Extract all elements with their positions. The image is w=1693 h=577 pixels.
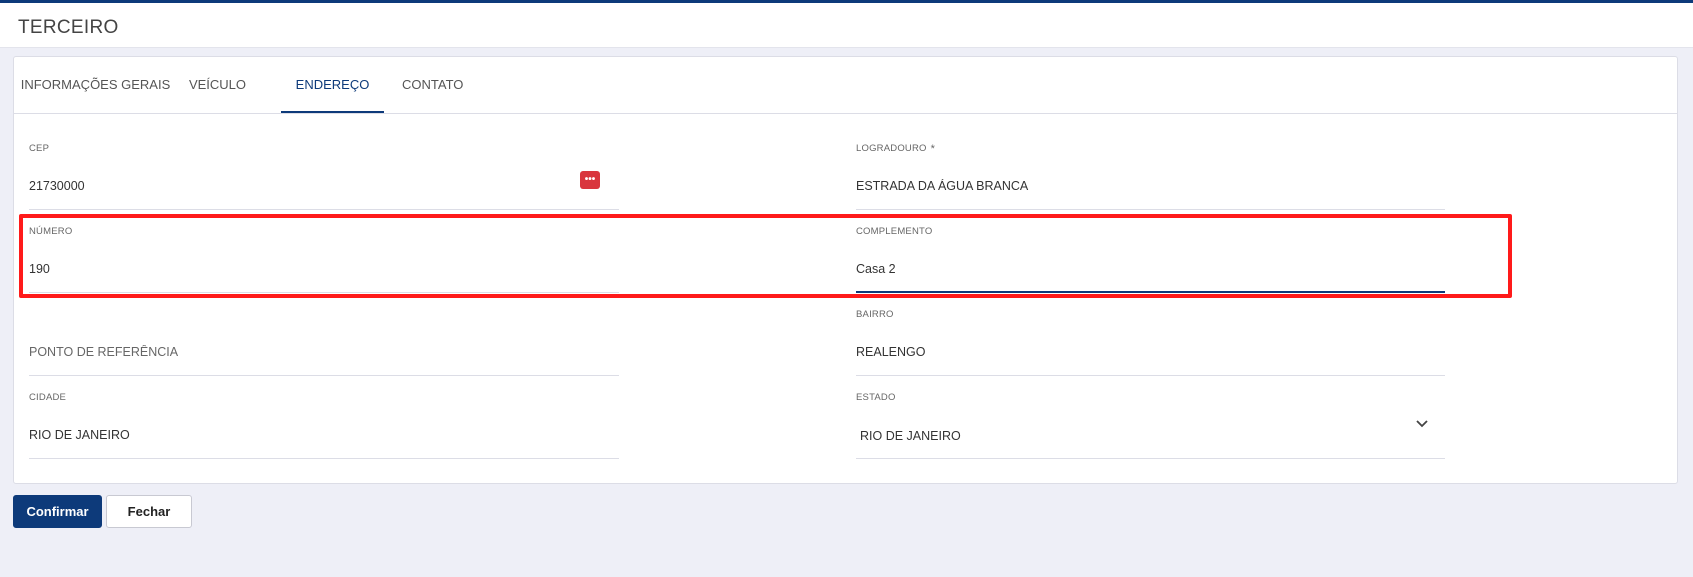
bairro-underline	[856, 375, 1445, 376]
bairro-label: BAIRRO	[856, 309, 894, 320]
close-button[interactable]: Fechar	[106, 495, 192, 528]
cidade-label: CIDADE	[29, 392, 67, 403]
estado-value: RIO DE JANEIRO	[860, 429, 961, 443]
tab-contato[interactable]: CONTATO	[402, 57, 463, 113]
logradouro-label-wrap: LOGRADOURO *	[856, 143, 935, 155]
cep-field: CEP	[29, 143, 619, 213]
tab-endereco[interactable]: ENDEREÇO	[281, 57, 384, 113]
tab-informacoes-gerais[interactable]: INFORMAÇÕES GERAIS	[19, 57, 172, 113]
estado-underline	[856, 458, 1445, 459]
cep-input[interactable]	[29, 179, 619, 193]
cep-label: CEP	[29, 143, 50, 154]
page-title: TERCEIRO	[18, 17, 119, 38]
bairro-field: BAIRRO	[856, 309, 1445, 379]
estado-label: ESTADO	[856, 392, 896, 403]
logradouro-underline	[856, 209, 1445, 210]
cidade-input[interactable]	[29, 428, 619, 442]
ponto-referencia-field	[29, 309, 619, 379]
tab-veiculo[interactable]: VEÍCULO	[187, 57, 248, 113]
cep-underline	[29, 209, 619, 210]
cidade-field: CIDADE	[29, 392, 619, 462]
bairro-input[interactable]	[856, 345, 1445, 359]
ponto-referencia-input[interactable]	[29, 345, 619, 359]
cep-search-button[interactable]: •••	[580, 171, 600, 189]
ponto-referencia-underline	[29, 375, 619, 376]
cidade-underline	[29, 458, 619, 459]
logradouro-label: LOGRADOURO	[856, 143, 927, 154]
ellipsis-icon: •••	[584, 174, 596, 185]
logradouro-input[interactable]	[856, 179, 1445, 193]
highlight-box	[19, 214, 1512, 298]
chevron-down-icon[interactable]	[1414, 418, 1430, 430]
estado-select[interactable]: ESTADO RIO DE JANEIRO	[856, 392, 1445, 462]
required-marker: *	[930, 143, 936, 155]
tab-bar: INFORMAÇÕES GERAIS VEÍCULO ENDEREÇO CONT…	[14, 57, 1677, 114]
top-bar: TERCEIRO	[0, 0, 1693, 48]
logradouro-field: LOGRADOURO *	[856, 143, 1445, 213]
confirm-button[interactable]: Confirmar	[13, 495, 102, 528]
